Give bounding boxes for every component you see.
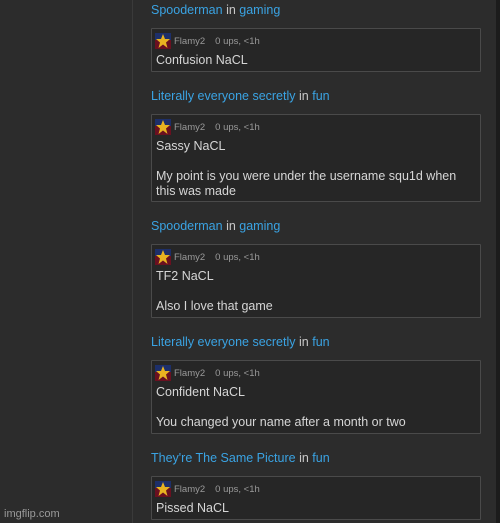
comment-box: Flamy2 0 ups, <1h TF2 NaCL Also I love t… bbox=[151, 244, 481, 318]
feed-entry: Literally everyone secretly in fun Flamy… bbox=[151, 334, 483, 434]
entry-header: Literally everyone secretly in fun bbox=[151, 88, 483, 104]
avatar[interactable] bbox=[155, 33, 171, 49]
comment-meta: Flamy2 0 ups, <1h bbox=[155, 119, 476, 135]
comment-stats: 0 ups, <1h bbox=[215, 35, 260, 47]
comment-stats: 0 ups, <1h bbox=[215, 367, 260, 379]
meme-title-link[interactable]: Literally everyone secretly bbox=[151, 89, 296, 103]
meme-title-link[interactable]: Spooderman bbox=[151, 219, 223, 233]
stream-link[interactable]: fun bbox=[312, 89, 329, 103]
star-icon bbox=[156, 482, 170, 496]
meme-title-link[interactable]: Spooderman bbox=[151, 3, 223, 17]
comment-box: Flamy2 0 ups, <1h Pissed NaCL bbox=[151, 476, 481, 520]
comment-meta: Flamy2 0 ups, <1h bbox=[155, 249, 476, 265]
comment-stats: 0 ups, <1h bbox=[215, 483, 260, 495]
comment-line: Also I love that game bbox=[156, 299, 273, 313]
watermark: imgflip.com bbox=[4, 508, 60, 520]
comment-body: Confident NaCL You changed your name aft… bbox=[155, 385, 476, 430]
feed-entry: Literally everyone secretly in fun Flamy… bbox=[151, 88, 483, 202]
entry-header: They're The Same Picture in fun bbox=[151, 450, 483, 466]
stream-link[interactable]: gaming bbox=[239, 3, 280, 17]
entry-header: Literally everyone secretly in fun bbox=[151, 334, 483, 350]
feed-entry: Spooderman in gaming Flamy2 0 ups, <1h T… bbox=[151, 218, 483, 318]
stream-link[interactable]: fun bbox=[312, 335, 329, 349]
entry-header: Spooderman in gaming bbox=[151, 218, 483, 234]
comment-line: My point is you were under the username … bbox=[156, 169, 457, 198]
comment-line: Pissed NaCL bbox=[156, 501, 229, 515]
username[interactable]: Flamy2 bbox=[174, 36, 205, 47]
comment-stats: 0 ups, <1h bbox=[215, 251, 260, 263]
star-icon bbox=[156, 366, 170, 380]
username[interactable]: Flamy2 bbox=[174, 252, 205, 263]
comment-line: Confusion NaCL bbox=[156, 53, 248, 67]
username[interactable]: Flamy2 bbox=[174, 368, 205, 379]
in-label: in bbox=[299, 89, 309, 103]
comment-meta: Flamy2 0 ups, <1h bbox=[155, 365, 476, 381]
stream-link[interactable]: gaming bbox=[239, 219, 280, 233]
star-icon bbox=[156, 250, 170, 264]
comment-line: Sassy NaCL bbox=[156, 139, 226, 153]
username[interactable]: Flamy2 bbox=[174, 484, 205, 495]
comment-box: Flamy2 0 ups, <1h Confusion NaCL bbox=[151, 28, 481, 72]
meme-title-link[interactable]: They're The Same Picture bbox=[151, 451, 296, 465]
entry-header: Spooderman in gaming bbox=[151, 2, 483, 18]
comment-stats: 0 ups, <1h bbox=[215, 121, 260, 133]
in-label: in bbox=[299, 335, 309, 349]
comment-line: You changed your name after a month or t… bbox=[156, 415, 406, 429]
comment-body: TF2 NaCL Also I love that game bbox=[155, 269, 476, 314]
comment-body: Confusion NaCL bbox=[155, 53, 476, 68]
comment-line: Confident NaCL bbox=[156, 385, 245, 399]
comment-line: TF2 NaCL bbox=[156, 269, 214, 283]
avatar[interactable] bbox=[155, 365, 171, 381]
username[interactable]: Flamy2 bbox=[174, 122, 205, 133]
in-label: in bbox=[226, 3, 236, 17]
comment-feed: Spooderman in gaming Flamy2 0 ups, <1h C… bbox=[151, 0, 483, 520]
comment-box: Flamy2 0 ups, <1h Sassy NaCL My point is… bbox=[151, 114, 481, 202]
avatar[interactable] bbox=[155, 119, 171, 135]
avatar[interactable] bbox=[155, 249, 171, 265]
feed-entry: Spooderman in gaming Flamy2 0 ups, <1h C… bbox=[151, 0, 483, 72]
avatar[interactable] bbox=[155, 481, 171, 497]
comment-meta: Flamy2 0 ups, <1h bbox=[155, 33, 476, 49]
scrollbar[interactable] bbox=[496, 0, 500, 523]
star-icon bbox=[156, 34, 170, 48]
in-label: in bbox=[299, 451, 309, 465]
left-gutter bbox=[0, 0, 133, 523]
comment-body: Sassy NaCL My point is you were under th… bbox=[155, 139, 476, 199]
comment-box: Flamy2 0 ups, <1h Confident NaCL You cha… bbox=[151, 360, 481, 434]
stream-link[interactable]: fun bbox=[312, 451, 329, 465]
in-label: in bbox=[226, 219, 236, 233]
star-icon bbox=[156, 120, 170, 134]
comment-meta: Flamy2 0 ups, <1h bbox=[155, 481, 476, 497]
meme-title-link[interactable]: Literally everyone secretly bbox=[151, 335, 296, 349]
feed-entry: They're The Same Picture in fun Flamy2 0… bbox=[151, 450, 483, 520]
comment-body: Pissed NaCL bbox=[155, 501, 476, 516]
